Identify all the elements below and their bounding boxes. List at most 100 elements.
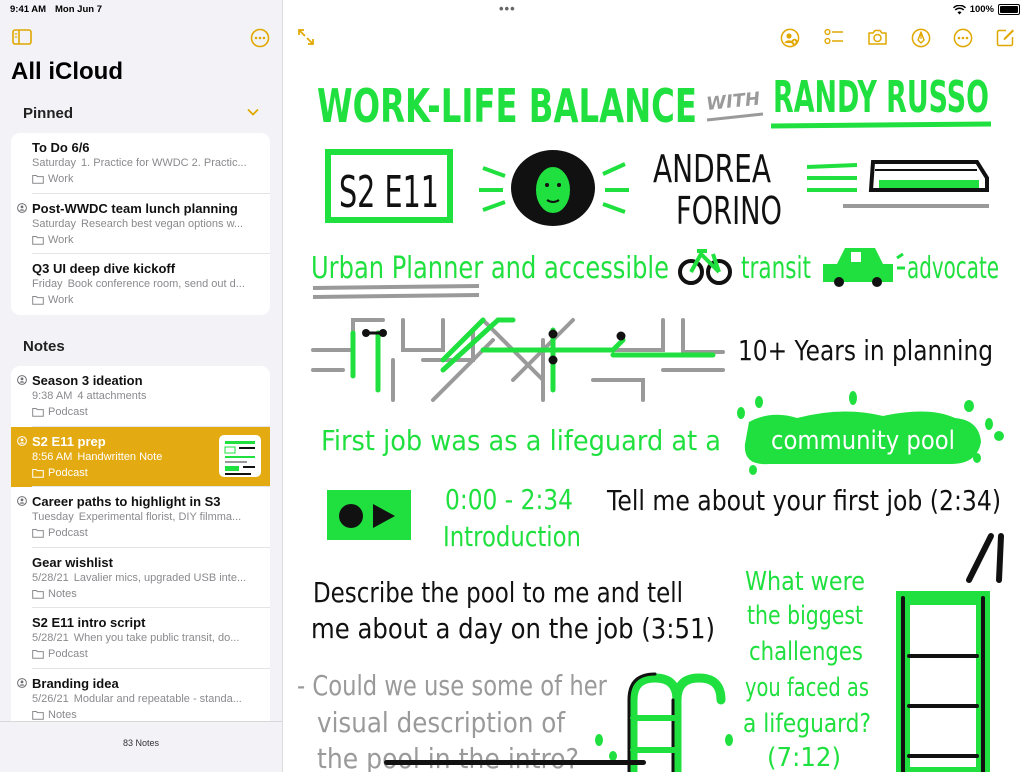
note-list-item[interactable]: Post-WWDC team lunch planning Saturday Res… <box>11 194 270 255</box>
pinned-section-title: Pinned <box>23 105 74 122</box>
folder-title: All iCloud <box>11 58 123 85</box>
note-folder-name: Notes <box>48 708 77 721</box>
home-indicator[interactable] <box>384 760 646 765</box>
question-challenges-1: What were <box>745 567 865 597</box>
note-title: S2 E11 prep <box>32 433 106 449</box>
folder-icon <box>32 235 44 245</box>
note-preview-line: Friday Book conference room, send out d..… <box>32 278 264 290</box>
intro-label: Introduction <box>443 520 581 553</box>
battery-percent: 100% <box>969 4 994 15</box>
note-preview: 4 attachments <box>77 390 147 402</box>
checklist-icon[interactable] <box>824 28 844 46</box>
train-icon <box>806 160 989 208</box>
street-map-drawing <box>311 317 725 402</box>
shared-note-icon <box>17 496 27 507</box>
pool-text: community pool <box>771 426 955 456</box>
note-folder-name: Podcast <box>48 527 88 540</box>
note-folder: Podcast <box>32 406 88 418</box>
shared-note-icon <box>17 202 27 213</box>
note-folder-name: Work <box>48 294 74 307</box>
note-folder: Work <box>32 294 73 306</box>
note-title: Branding idea <box>32 675 119 691</box>
note-preview: Experimental florist, DIY filmma... <box>78 511 242 524</box>
markup-pen-icon[interactable] <box>911 28 931 48</box>
expand-icon[interactable] <box>297 28 315 46</box>
more-options-icon[interactable] <box>250 28 270 48</box>
note-list-item[interactable]: Career paths to highlight in S3 Tuesday Ex… <box>11 487 270 548</box>
bottom-toolbar: 83 Notes <box>0 721 282 772</box>
note-list-item[interactable]: Q3 UI deep dive kickoff Friday Book confer… <box>11 254 270 315</box>
question-challenges-6: (7:12) <box>767 743 841 772</box>
note-title: Career paths to highlight in S3 <box>32 494 221 510</box>
shared-note-icon <box>17 375 27 385</box>
shared-note-icon <box>17 678 27 688</box>
note-preview-line: 5/28/21 When you take public transit, do.… <box>32 632 264 644</box>
note-date: 9:38 AM <box>32 390 73 402</box>
note-folder: Notes <box>32 588 77 600</box>
battery-icon <box>998 4 1020 15</box>
note-title: To Do 6/6 <box>32 140 90 155</box>
multitasking-icon[interactable]: ••• <box>499 1 516 16</box>
note-folder: Podcast <box>32 467 88 479</box>
title-underline <box>770 121 992 129</box>
pinned-notes-list: To Do 6/6 Saturday 1. Practice for WWDC 2.… <box>11 133 270 315</box>
pool-ladder-icon <box>595 672 733 772</box>
folder-icon <box>32 408 44 417</box>
note-list-item[interactable]: S2 E11 prep 8:56 AM Handwritten Note Podcas… <box>11 426 270 488</box>
guest-first-name: ANDREA <box>653 147 771 191</box>
question-challenges-3: challenges <box>749 637 863 667</box>
note-folder-name: Podcast <box>48 406 88 418</box>
note-folder: Work <box>32 234 73 246</box>
status-time: 9:41 AM <box>10 4 47 15</box>
question-challenges-5: a lifeguard? <box>743 709 871 739</box>
question-describe-a: Describe the pool to me and tell <box>313 576 683 609</box>
note-preview: When you take public transit, do... <box>73 632 240 645</box>
handwritten-sketchnote[interactable]: WORK-LIFE BALANCE WITH RANDY RUSSO S2 E1… <box>283 50 1028 772</box>
note-thumbnail <box>219 434 261 477</box>
more-icon[interactable] <box>953 28 973 48</box>
folder-icon <box>32 296 44 305</box>
sketch-title-a: WORK-LIFE BALANCE <box>317 79 697 133</box>
question-challenges-2: the biggest <box>747 601 863 631</box>
note-list-item[interactable]: To Do 6/6 Saturday 1. Practice for WWDC 2.… <box>11 133 270 194</box>
note-title: S2 E11 intro script <box>32 615 146 631</box>
folder-icon <box>32 589 44 599</box>
status-date: Mon Jun 7 <box>55 4 102 15</box>
compose-icon[interactable] <box>996 28 1015 47</box>
question-describe-b: me about a day on the job (3:51) <box>311 612 715 645</box>
note-date: 5/26/21 <box>32 692 69 705</box>
note-preview: Book conference room, send out d... <box>67 278 245 291</box>
role-text-a: Urban Planner and accessible <box>311 251 669 286</box>
note-preview-line: 9:38 AM 4 attachments <box>32 390 264 402</box>
shared-note-icon <box>17 435 27 446</box>
note-date: Saturday <box>32 157 77 169</box>
note-folder: Podcast <box>32 527 88 539</box>
note-folder: Notes <box>32 709 77 721</box>
note-title: Post-WWDC team lunch planning <box>32 200 238 216</box>
share-collab-icon[interactable] <box>780 28 800 48</box>
note-date: Tuesday <box>32 511 74 524</box>
note-preview-line: 5/28/21 Lavalier mics, upgraded USB inte.… <box>32 572 264 584</box>
chevron-down-icon[interactable] <box>247 108 259 116</box>
notes-sidebar: All iCloud Pinned To Do 6/6 Saturday 1. Pr… <box>0 0 283 772</box>
with-underline <box>706 112 764 122</box>
guest-last-name: FORINO <box>676 189 782 233</box>
wifi-icon <box>952 4 966 14</box>
role-underline-2 <box>312 293 480 299</box>
ladder-icon <box>896 533 1004 772</box>
notes-section-title: Notes <box>23 338 65 355</box>
camera-icon[interactable] <box>867 28 888 46</box>
sidebar-toggle-icon[interactable] <box>12 29 32 45</box>
folder-icon <box>32 529 44 538</box>
question-first-job: Tell me about your first job (2:34) <box>606 484 1001 517</box>
note-list-item[interactable]: Gear wishlist 5/28/21 Lavalier mics, upgra… <box>11 548 270 609</box>
years-text: 10+ Years in planning <box>738 334 993 367</box>
note-date: Saturday <box>32 217 77 230</box>
note-editor[interactable]: WORK-LIFE BALANCE WITH RANDY RUSSO S2 E1… <box>283 0 1028 772</box>
note-list-item[interactable]: Season 3 ideation 9:38 AM 4 attachments Pod… <box>11 366 270 427</box>
note-date: Friday <box>32 278 63 291</box>
note-preview-line: 5/26/21 Modular and repeatable - standa..… <box>32 693 264 705</box>
note-preview-line: Saturday 1. Practice for WWDC 2. Practic.… <box>32 157 264 169</box>
note-preview-line: Tuesday Experimental florist, DIY filmma.… <box>32 511 264 523</box>
note-list-item[interactable]: S2 E11 intro script 5/28/21 When you take … <box>11 608 270 669</box>
